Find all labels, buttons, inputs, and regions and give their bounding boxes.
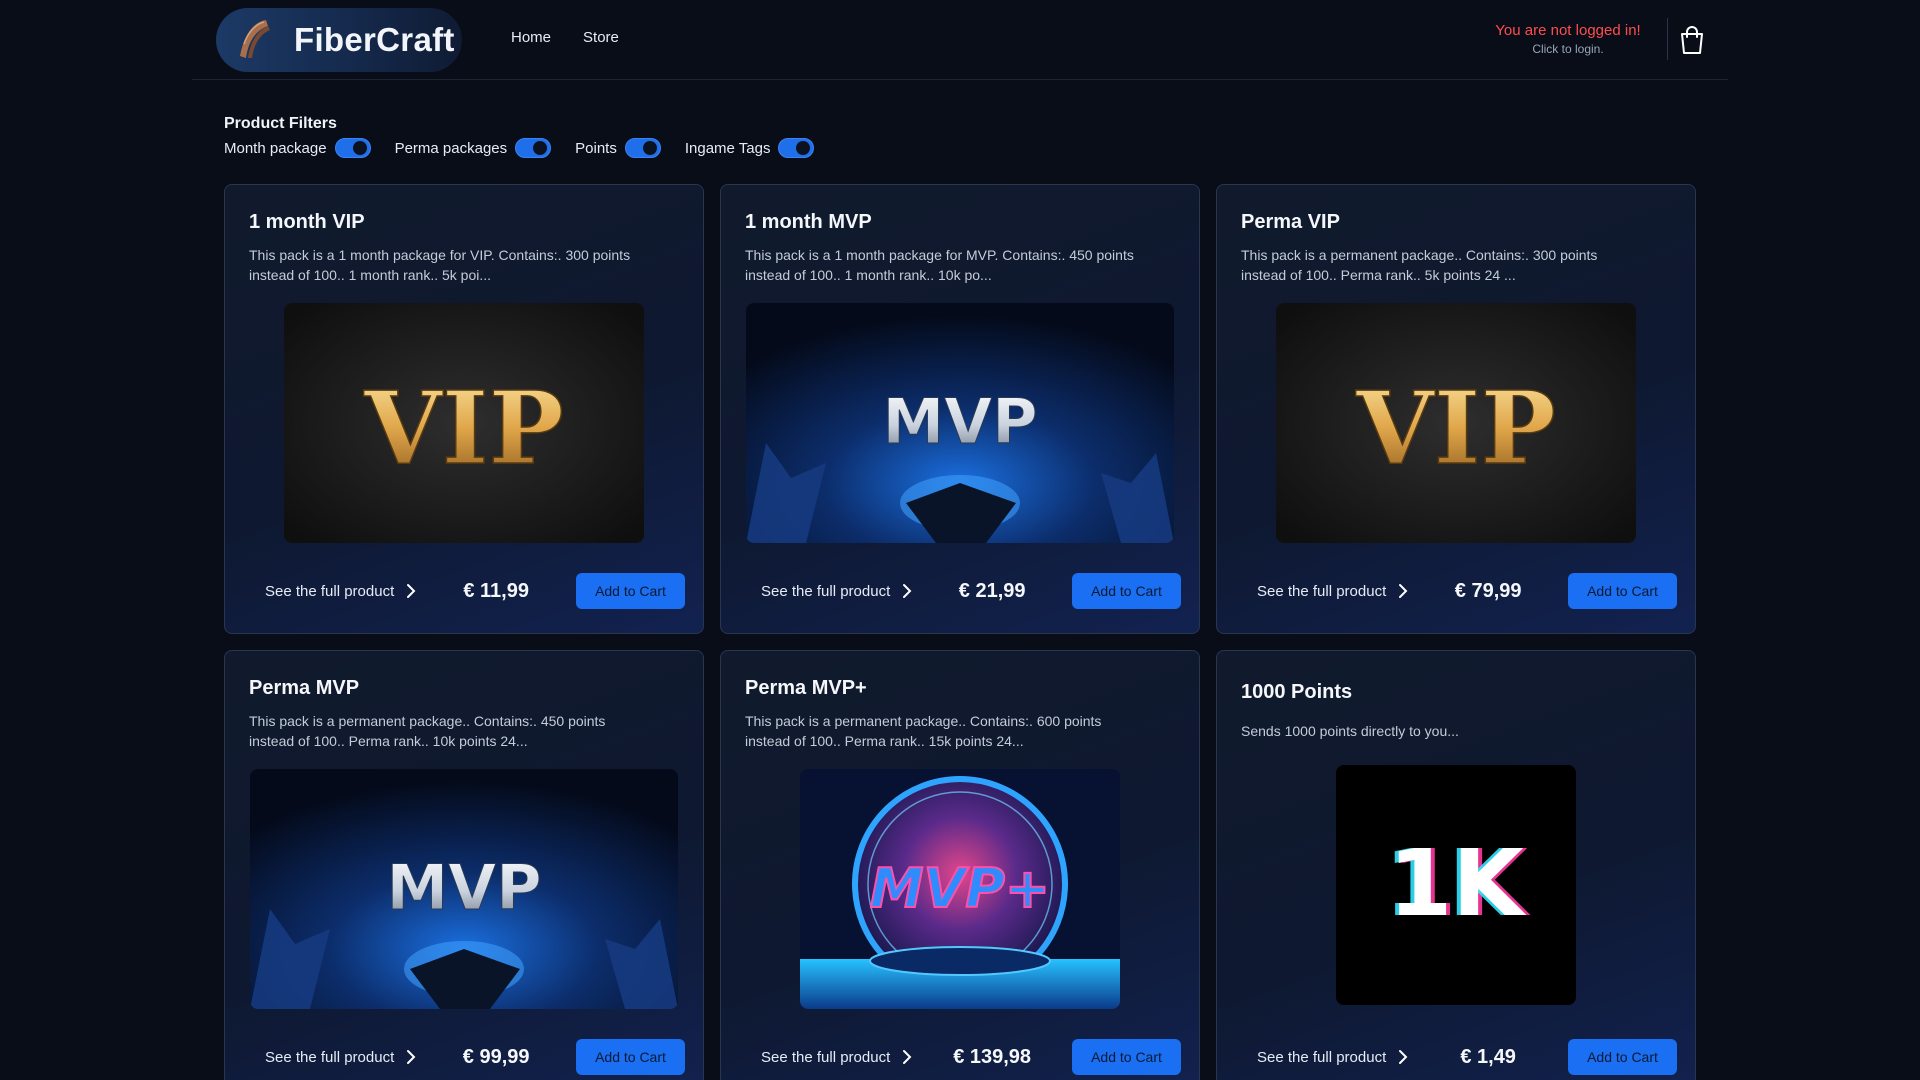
ingame-tags-toggle[interactable] <box>778 138 815 158</box>
brand-name: FiberCraft <box>294 21 455 58</box>
see-full-label: See the full product <box>1257 582 1387 600</box>
1k-image-text: 1K <box>1388 830 1527 937</box>
product-footer: See the full product € 139,98 Add to Car… <box>721 1039 1199 1075</box>
shopping-bag-icon[interactable] <box>1676 24 1708 56</box>
product-description: This pack is a permanent package.. Conta… <box>745 713 1102 749</box>
product-card-1-month-vip: 1 month VIP This pack is a 1 month packa… <box>224 184 704 634</box>
brand-logo[interactable]: FiberCraft <box>216 8 462 72</box>
filter-label: Ingame Tags <box>684 139 771 157</box>
product-description: This pack is a 1 month package for MVP. … <box>745 247 1134 283</box>
product-card-1-month-mvp: 1 month MVP This pack is a 1 month packa… <box>720 184 1200 634</box>
chevron-right-icon <box>903 1050 912 1064</box>
see-full-product-link[interactable]: See the full product <box>265 583 416 600</box>
vip-image: VIP <box>1276 303 1636 543</box>
add-to-cart-button[interactable]: Add to Cart <box>575 573 685 609</box>
product-description: This pack is a 1 month package for VIP. … <box>249 247 631 283</box>
see-full-product-link[interactable]: See the full product <box>761 1049 912 1066</box>
product-price: € 21,99 <box>958 579 1026 602</box>
product-title: Perma MVP <box>249 677 360 699</box>
main-nav: Home Store <box>511 29 619 46</box>
see-full-label: See the full product <box>761 582 891 600</box>
product-footer: See the full product € 1,49 Add to Cart <box>1217 1039 1695 1075</box>
month-package-toggle[interactable] <box>334 138 371 158</box>
add-to-cart-button[interactable]: Add to Cart <box>1072 573 1181 609</box>
product-filters-title: Product Filters <box>224 115 337 132</box>
product-footer: See the full product € 79,99 Add to Cart <box>1217 573 1695 609</box>
login-prompt[interactable]: You are not logged in! Click to login. <box>1488 22 1648 56</box>
product-card-1000-points: 1000 Points Sends 1000 points directly t… <box>1216 650 1696 1080</box>
product-description: This pack is a permanent package.. Conta… <box>249 713 606 749</box>
add-to-cart-button[interactable]: Add to Cart <box>1072 1039 1181 1075</box>
perma-packages-toggle[interactable] <box>515 138 552 158</box>
product-price: € 1,49 <box>1460 1045 1516 1068</box>
product-footer: See the full product € 99,99 Add to Cart <box>225 1039 703 1075</box>
see-full-label: See the full product <box>265 582 395 600</box>
login-hint: Click to login. <box>1532 42 1604 56</box>
vip-image-text: VIP <box>1355 369 1556 487</box>
store-page: FiberCraft Home Store You are not logged… <box>0 0 1920 1080</box>
product-card-perma-mvp: Perma MVP This pack is a permanent packa… <box>224 650 704 1080</box>
chevron-right-icon <box>407 1050 416 1064</box>
product-description: This pack is a permanent package.. Conta… <box>1241 247 1598 283</box>
product-filters: Month package Perma packages Points Inga… <box>224 138 838 158</box>
see-full-product-link[interactable]: See the full product <box>1257 583 1408 600</box>
filter-ingame-tags: Ingame Tags <box>685 138 815 158</box>
product-price: € 139,98 <box>953 1045 1032 1068</box>
nav-store[interactable]: Store <box>583 29 619 46</box>
product-title: Perma VIP <box>1241 211 1340 233</box>
see-full-product-link[interactable]: See the full product <box>1257 1049 1408 1066</box>
see-full-label: See the full product <box>761 1048 891 1066</box>
chevron-right-icon <box>903 584 912 598</box>
vip-image: VIP <box>284 303 644 543</box>
see-full-label: See the full product <box>265 1048 395 1066</box>
mvp-image: MVP <box>746 303 1174 543</box>
chevron-right-icon <box>1399 584 1408 598</box>
filter-label: Month package <box>224 139 327 157</box>
chevron-right-icon <box>1399 1050 1408 1064</box>
product-price: € 99,99 <box>462 1045 530 1068</box>
add-to-cart-button[interactable]: Add to Cart <box>1568 1039 1677 1075</box>
login-status: You are not logged in! <box>1495 22 1641 39</box>
filter-perma-packages: Perma packages <box>395 138 552 158</box>
points-1k-image: 1K 1K 1K <box>1336 765 1576 1005</box>
mvp-plus-image: MVP+ <box>800 769 1120 1009</box>
product-card-perma-vip: Perma VIP This pack is a permanent packa… <box>1216 184 1696 634</box>
mvp-image: MVP <box>250 769 678 1009</box>
product-price: € 79,99 <box>1454 579 1522 602</box>
nav-home[interactable]: Home <box>511 29 551 46</box>
product-footer: See the full product € 21,99 Add to Cart <box>721 573 1199 609</box>
product-title: 1 month MVP <box>745 211 872 233</box>
product-title: 1000 Points <box>1241 681 1353 703</box>
add-to-cart-button[interactable]: Add to Cart <box>1568 573 1677 609</box>
filter-month-package: Month package <box>224 138 371 158</box>
add-to-cart-button[interactable]: Add to Cart <box>576 1039 685 1075</box>
vip-image-text: VIP <box>363 369 564 487</box>
mvp-plus-image-text: MVP+ <box>870 857 1050 920</box>
points-toggle[interactable] <box>624 138 661 158</box>
product-title: Perma MVP+ <box>745 677 867 699</box>
mvp-image-text: MVP <box>386 851 541 924</box>
product-card-perma-mvp-plus: Perma MVP+ This pack is a permanent pack… <box>720 650 1200 1080</box>
chevron-right-icon <box>407 584 416 598</box>
product-description: Sends 1000 points directly to you... <box>1241 723 1459 739</box>
filter-points: Points <box>575 138 661 158</box>
see-full-product-link[interactable]: See the full product <box>761 583 912 600</box>
product-footer: See the full product € 11,99 Add to Cart <box>225 573 703 609</box>
top-header: FiberCraft Home Store You are not logged… <box>192 0 1728 80</box>
see-full-label: See the full product <box>1257 1048 1387 1066</box>
fiber-icon <box>240 20 270 58</box>
see-full-product-link[interactable]: See the full product <box>265 1049 416 1066</box>
filter-label: Points <box>575 139 617 157</box>
filter-label: Perma packages <box>394 139 508 157</box>
header-divider <box>1667 18 1668 60</box>
product-title: 1 month VIP <box>249 211 365 233</box>
product-price: € 11,99 <box>463 579 529 602</box>
mvp-image-text: MVP <box>882 385 1037 458</box>
